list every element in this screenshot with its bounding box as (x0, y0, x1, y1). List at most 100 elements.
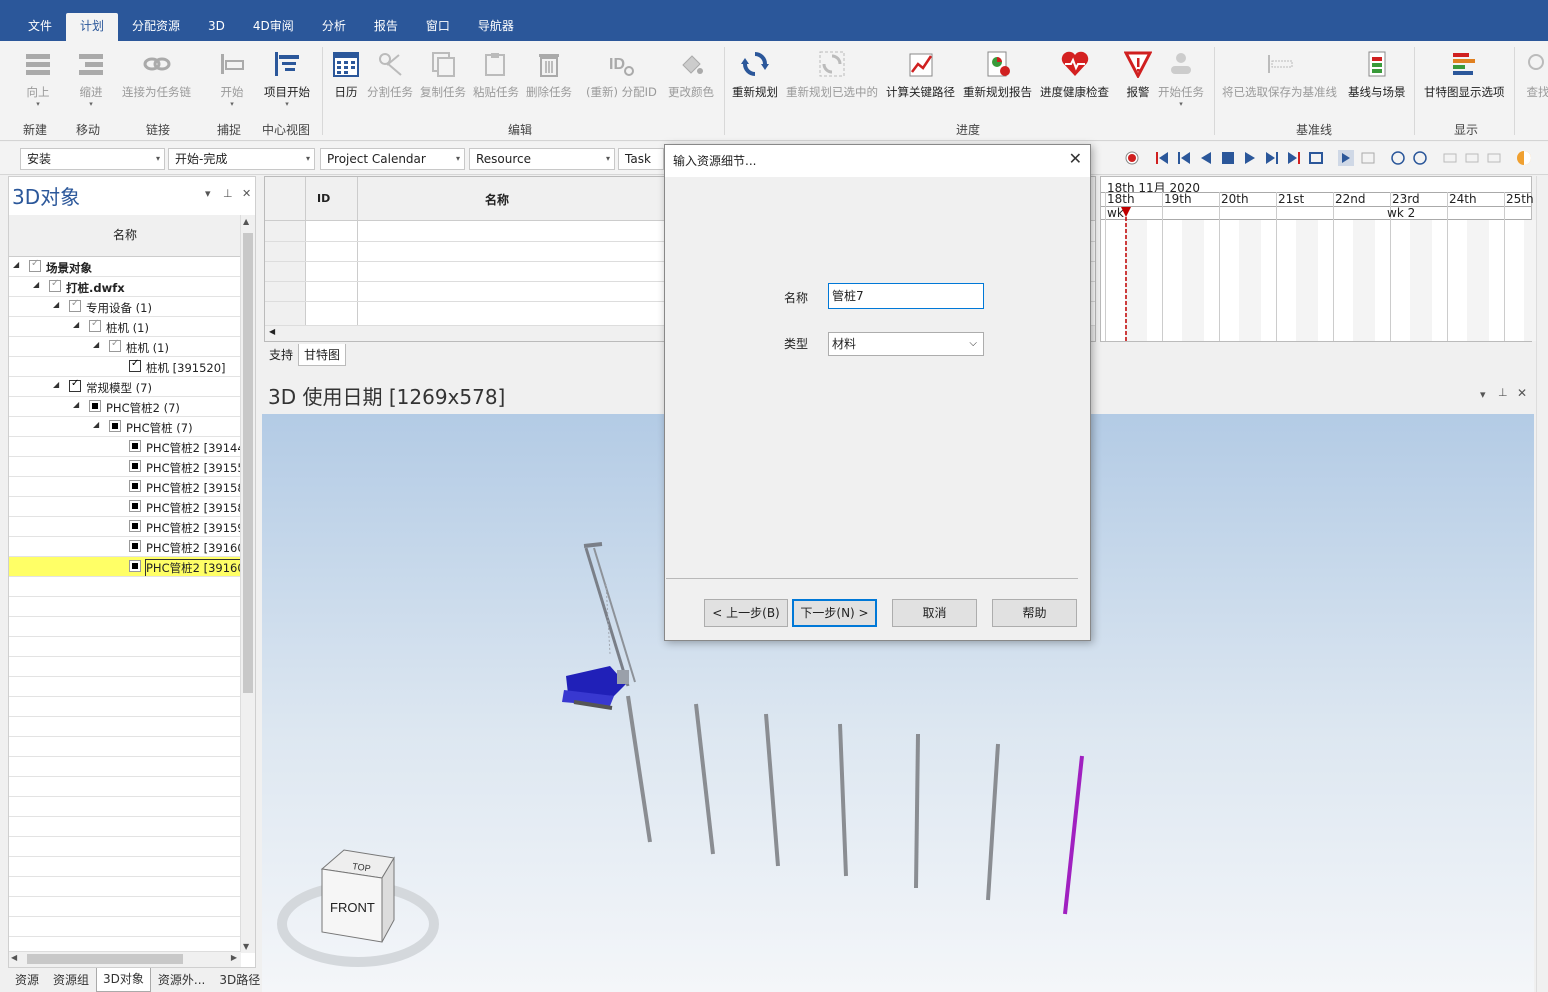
visibility-checkbox[interactable] (69, 378, 81, 392)
tree-row[interactable] (9, 857, 241, 877)
expand-arrow-icon[interactable]: ◢ (53, 380, 59, 389)
piling-rig-model[interactable] (562, 542, 636, 710)
tree-row[interactable] (9, 797, 241, 817)
tab-resource-external[interactable]: 资源外... (151, 968, 212, 992)
indent-button[interactable]: 缩进 ▾ (75, 47, 107, 108)
tree-row[interactable]: PHC管桩2 [391555] (9, 457, 241, 477)
grid-col-id[interactable]: ID (317, 192, 330, 205)
stop-icon[interactable] (1220, 150, 1236, 166)
visibility-checkbox[interactable] (129, 480, 141, 492)
pin-icon[interactable]: ⊥ (223, 187, 233, 200)
visibility-checkbox[interactable] (129, 540, 141, 552)
tool-b-icon[interactable] (1464, 150, 1480, 166)
tree-row[interactable]: 桩机 [391520] (9, 357, 241, 377)
resource-name-input[interactable]: 管桩7 (828, 283, 984, 309)
view-menu-icon[interactable]: ▾ (1480, 388, 1486, 401)
dialog-close-icon[interactable]: ✕ (1069, 149, 1082, 168)
tree-row[interactable]: ◢ 场景对象 (9, 257, 241, 277)
close-icon[interactable]: ✕ (242, 187, 251, 200)
tree-row[interactable] (9, 657, 241, 677)
visibility-checkbox[interactable] (69, 298, 81, 312)
tree-row[interactable]: ◢ 常规模型 (7) (9, 377, 241, 397)
tree-row[interactable]: PHC管桩2 [391600] (9, 537, 241, 557)
menu-navigator[interactable]: 导航器 (464, 13, 528, 41)
menu-plan[interactable]: 计划 (66, 13, 119, 41)
tree-row[interactable]: PHC管桩2 [391606] (9, 557, 241, 577)
filter-down-icon[interactable] (1412, 150, 1428, 166)
tab-resources[interactable]: 资源 (8, 968, 46, 992)
play-icon[interactable] (1242, 150, 1258, 166)
task-type-combo[interactable]: 安装 ▾ (20, 148, 165, 170)
menu-window[interactable]: 窗口 (412, 13, 464, 41)
task-combo[interactable]: Task (618, 148, 664, 170)
project-start-button[interactable]: 项目开始 ▾ (264, 47, 310, 108)
delete-task-button[interactable]: 删除任务 (526, 47, 572, 100)
expand-arrow-icon[interactable]: ◢ (53, 300, 59, 309)
tree-row[interactable] (9, 577, 241, 597)
current-date-marker[interactable] (1119, 205, 1135, 343)
grid-col-name[interactable]: 名称 (485, 191, 509, 208)
split-task-button[interactable]: 分割任务 (367, 47, 413, 100)
visibility-checkbox[interactable] (89, 318, 101, 332)
snap-start-button[interactable]: 开始 ▾ (216, 47, 248, 108)
start-task-button[interactable]: 开始任务 ▾ (1158, 47, 1204, 108)
expand-arrow-icon[interactable]: ◢ (73, 400, 79, 409)
tree-row[interactable]: PHC管桩2 [391588] (9, 497, 241, 517)
tab-support[interactable]: 支持 (264, 344, 298, 366)
reschedule-report-button[interactable]: 重新规划报告 (963, 47, 1032, 100)
visibility-checkbox[interactable] (129, 500, 141, 512)
tree-row[interactable] (9, 717, 241, 737)
copy-task-button[interactable]: 复制任务 (420, 47, 466, 100)
tree-row[interactable] (9, 677, 241, 697)
tree-row[interactable]: ◢ PHC管桩2 (7) (9, 397, 241, 417)
menu-analysis[interactable]: 分析 (308, 13, 360, 41)
playback-option-icon[interactable] (1360, 150, 1376, 166)
tree-row[interactable] (9, 917, 241, 937)
record-icon[interactable] (1124, 150, 1140, 166)
alarm-button[interactable]: 报警 (1122, 47, 1154, 100)
tab-gantt[interactable]: 甘特图 (298, 344, 347, 366)
pile-4[interactable] (838, 723, 848, 877)
visibility-checkbox[interactable] (129, 358, 141, 372)
visibility-checkbox[interactable] (109, 420, 121, 432)
menu-3d[interactable]: 3D (194, 13, 239, 41)
tree-row[interactable] (9, 637, 241, 657)
tree-row[interactable] (9, 617, 241, 637)
play-reverse-icon[interactable] (1198, 150, 1214, 166)
resource-combo[interactable]: Resource ▾ (469, 148, 615, 170)
tree-row[interactable]: ◢ 打桩.dwfx (9, 277, 241, 297)
gantt-display-options-button[interactable]: 甘特图显示选项 (1424, 47, 1505, 100)
change-color-button[interactable]: 更改颜色 (668, 47, 714, 100)
reassign-id-button[interactable]: ID (重新) 分配ID (586, 47, 657, 100)
go-last-icon[interactable] (1286, 150, 1302, 166)
paste-task-button[interactable]: 粘贴任务 (473, 47, 519, 100)
visibility-checkbox[interactable] (129, 520, 141, 532)
tab-3d-paths[interactable]: 3D路径 (212, 968, 267, 992)
view-close-icon[interactable]: ✕ (1517, 386, 1527, 400)
cancel-button[interactable]: 取消 (892, 599, 977, 627)
health-check-button[interactable]: 进度健康检查 (1040, 47, 1109, 100)
menu-assign-resources[interactable]: 分配资源 (118, 13, 194, 41)
filter-up-icon[interactable] (1390, 150, 1406, 166)
expand-arrow-icon[interactable]: ◢ (93, 340, 99, 349)
view-pin-icon[interactable]: ⊥ (1498, 386, 1508, 399)
reschedule-selected-button[interactable]: 重新规划已选中的 (786, 47, 878, 100)
tab-3d-objects[interactable]: 3D对象 (96, 968, 151, 992)
reschedule-button[interactable]: 重新规划 (732, 47, 778, 100)
tree-vertical-scrollbar[interactable]: ▲ ▼ (240, 215, 255, 953)
pile-1[interactable] (626, 695, 652, 843)
visibility-checkbox[interactable] (89, 400, 101, 412)
tree-row[interactable] (9, 777, 241, 797)
tree-row[interactable] (9, 737, 241, 757)
pile-3[interactable] (764, 713, 780, 867)
tree-row[interactable] (9, 757, 241, 777)
menu-file[interactable]: 文件 (14, 13, 66, 41)
tree-row[interactable] (9, 837, 241, 857)
tab-resource-groups[interactable]: 资源组 (46, 968, 96, 992)
resource-type-select[interactable]: 材料 ⌵ (828, 332, 984, 356)
tree-row[interactable] (9, 877, 241, 897)
tree-row[interactable]: PHC管桩2 [391443] (9, 437, 241, 457)
appearance-icon[interactable] (1516, 150, 1532, 166)
tree-horizontal-scrollbar[interactable]: ◀ ▶ (9, 951, 241, 967)
tree-row[interactable]: ◢ 桩机 (1) (9, 337, 241, 357)
